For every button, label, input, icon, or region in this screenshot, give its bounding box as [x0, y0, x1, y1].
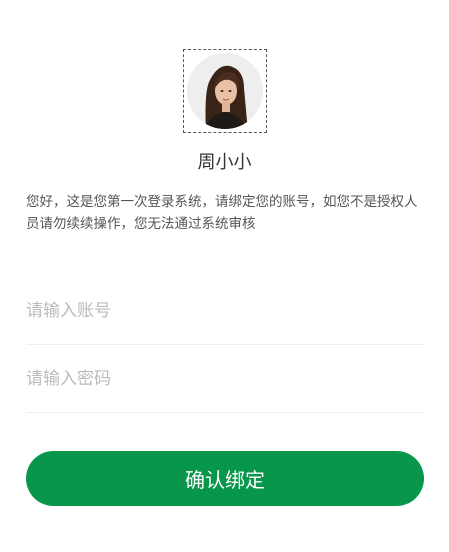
password-field [26, 345, 424, 413]
password-input[interactable] [26, 345, 424, 412]
binding-notice: 您好，这是您第一次登录系统，请绑定您的账号，如您不是授权人员请勿续续操作，您无法… [26, 194, 418, 232]
account-input[interactable] [26, 277, 424, 344]
avatar-frame[interactable] [183, 49, 267, 133]
avatar [187, 53, 263, 129]
confirm-bind-button[interactable]: 确认绑定 [26, 451, 424, 506]
account-field [26, 277, 424, 345]
user-name: 周小小 [197, 152, 252, 173]
